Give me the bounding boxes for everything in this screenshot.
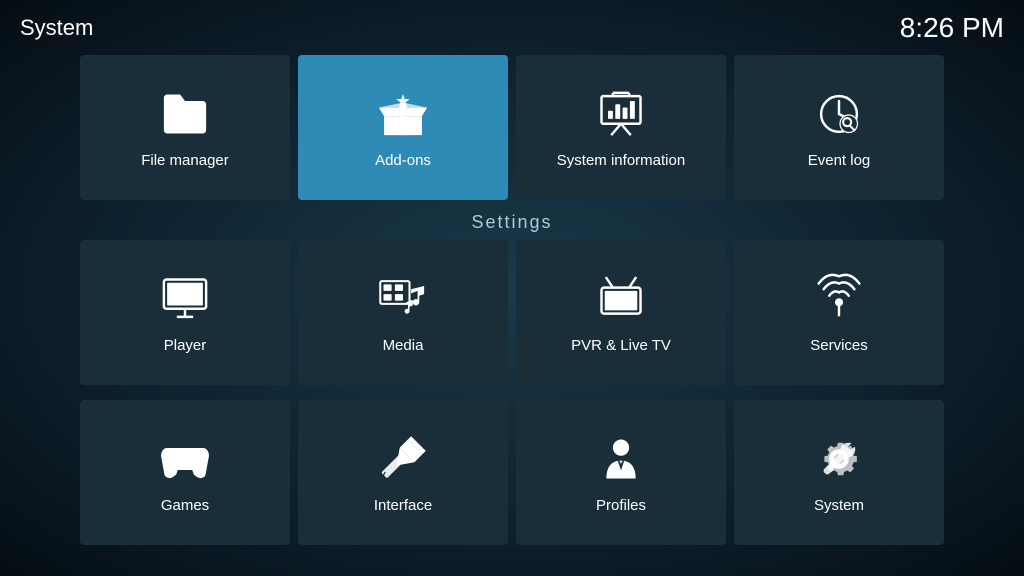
tile-system-label: System xyxy=(814,497,864,514)
settings-section-header: Settings xyxy=(0,212,1024,233)
tile-media-label: Media xyxy=(383,337,424,354)
tile-system[interactable]: System xyxy=(734,400,944,545)
clock: 8:26 PM xyxy=(900,12,1004,44)
tile-media[interactable]: Media xyxy=(298,240,508,385)
tile-event-log[interactable]: Event log xyxy=(734,55,944,200)
tile-event-log-label: Event log xyxy=(808,152,871,169)
tile-file-manager[interactable]: File manager xyxy=(80,55,290,200)
settings-label: Settings xyxy=(471,212,552,232)
player-icon xyxy=(155,272,215,327)
tile-profiles-label: Profiles xyxy=(596,497,646,514)
tile-add-ons-label: Add-ons xyxy=(375,152,431,169)
tile-pvr-live-tv-label: PVR & Live TV xyxy=(571,337,671,354)
tile-player-label: Player xyxy=(164,337,207,354)
folder-icon xyxy=(155,87,215,142)
tile-system-information-label: System information xyxy=(557,152,685,169)
app-title: System xyxy=(20,15,93,41)
header: System 8:26 PM xyxy=(0,0,1024,56)
games-icon xyxy=(155,432,215,487)
tile-games[interactable]: Games xyxy=(80,400,290,545)
tile-add-ons[interactable]: Add-ons xyxy=(298,55,508,200)
tile-system-information[interactable]: System information xyxy=(516,55,726,200)
tile-interface[interactable]: Interface xyxy=(298,400,508,545)
sysinfo-icon xyxy=(591,87,651,142)
tile-profiles[interactable]: Profiles xyxy=(516,400,726,545)
system-icon xyxy=(809,432,869,487)
tile-games-label: Games xyxy=(161,497,209,514)
tile-interface-label: Interface xyxy=(374,497,432,514)
tile-pvr-live-tv[interactable]: PVR & Live TV xyxy=(516,240,726,385)
settings-row-1: Player Media xyxy=(15,240,1009,385)
tile-services-label: Services xyxy=(810,337,868,354)
tile-services[interactable]: Services xyxy=(734,240,944,385)
pvr-icon xyxy=(591,272,651,327)
eventlog-icon xyxy=(809,87,869,142)
tile-player[interactable]: Player xyxy=(80,240,290,385)
media-icon xyxy=(373,272,433,327)
services-icon xyxy=(809,272,869,327)
tile-file-manager-label: File manager xyxy=(141,152,229,169)
addons-icon xyxy=(373,87,433,142)
settings-row-2: Games Interface xyxy=(15,400,1009,545)
profiles-icon xyxy=(591,432,651,487)
top-row: File manager Add-ons xyxy=(15,55,1009,200)
interface-icon xyxy=(373,432,433,487)
